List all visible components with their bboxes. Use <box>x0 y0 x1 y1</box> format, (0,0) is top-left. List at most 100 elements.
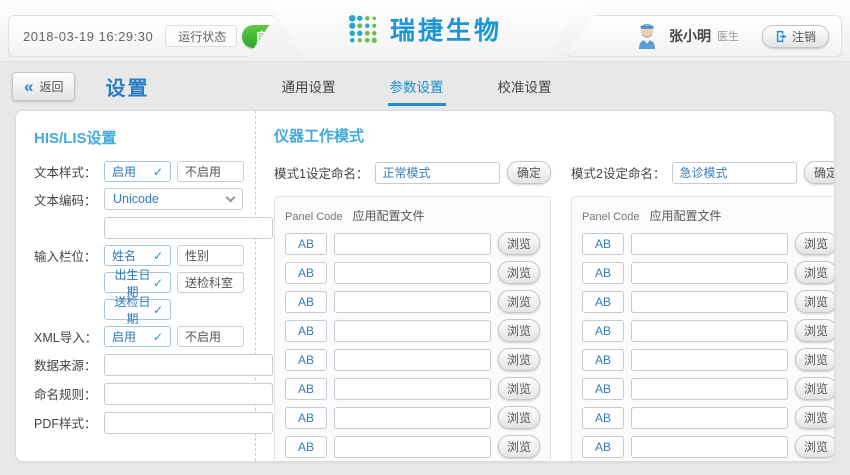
config-file-input[interactable] <box>631 349 788 371</box>
option-不启用[interactable]: 不启用 <box>177 326 244 347</box>
logout-button[interactable]: 注销 <box>762 25 829 48</box>
config-file-input[interactable] <box>631 233 788 255</box>
browse-button[interactable]: 浏览 <box>795 377 835 400</box>
instrument-mode-title: 仪器工作模式 <box>274 125 835 146</box>
back-label: 返回 <box>39 78 63 95</box>
app-header: 瑞捷生物 2018-03-19 16:29:30 运行状态 良好 张小明 医生 … <box>0 0 850 62</box>
browse-button[interactable]: 浏览 <box>498 290 540 313</box>
naming-rule-row: 命名规则： 浏览 <box>34 382 243 405</box>
panel-code-select[interactable]: AB <box>582 320 624 342</box>
browse-button[interactable]: 浏览 <box>498 377 540 400</box>
config-file-input[interactable] <box>334 262 491 284</box>
config-file-input[interactable] <box>631 291 788 313</box>
pdf-style-label: PDF样式： <box>34 413 104 432</box>
panel-code-select[interactable]: AB <box>582 436 624 458</box>
panel-code-select[interactable]: AB <box>285 320 327 342</box>
browse-button[interactable]: 浏览 <box>498 261 540 284</box>
config-file-input[interactable] <box>631 436 788 458</box>
panel-code-select[interactable]: AB <box>285 233 327 255</box>
config-file-input[interactable] <box>334 407 491 429</box>
option-送检科室[interactable]: 送检科室 <box>177 272 244 293</box>
mode-2-name-input[interactable] <box>672 162 797 184</box>
config-file-input[interactable] <box>334 349 491 371</box>
panel-row: AB 浏览 <box>582 377 835 400</box>
mode-2-label: 模式2设定命名： <box>571 163 665 182</box>
encoding-path-input[interactable] <box>104 217 273 239</box>
encoding-select[interactable]: Unicode <box>104 188 243 210</box>
config-file-header: 应用配置文件 <box>650 207 722 224</box>
browse-button[interactable]: 浏览 <box>795 435 835 458</box>
panel-code-select[interactable]: AB <box>285 407 327 429</box>
panel-code-select[interactable]: AB <box>582 349 624 371</box>
option-启用[interactable]: 启用✓ <box>104 161 171 182</box>
browse-button[interactable]: 浏览 <box>795 290 835 313</box>
panel-code-select[interactable]: AB <box>285 262 327 284</box>
panel-code-select[interactable]: AB <box>285 436 327 458</box>
config-file-input[interactable] <box>334 291 491 313</box>
browse-button[interactable]: 浏览 <box>795 319 835 342</box>
config-file-input[interactable] <box>631 262 788 284</box>
panel-code-select[interactable]: AB <box>582 291 624 313</box>
brand-logo-icon <box>348 14 378 44</box>
pdf-style-input[interactable] <box>104 412 273 434</box>
browse-button[interactable]: 浏览 <box>498 348 540 371</box>
browse-button[interactable]: 浏览 <box>795 232 835 255</box>
input-fields-row-1: 输入栏位： 姓名✓ 性别 <box>34 245 243 266</box>
settings-card: HIS/LIS设置 文本样式： 启用✓不启用 文本编码： Unicode 浏览 … <box>15 110 835 462</box>
panel-code-select[interactable]: AB <box>285 349 327 371</box>
tab-校准设置[interactable]: 校准设置 <box>496 72 554 106</box>
panel-code-select[interactable]: AB <box>582 407 624 429</box>
page-title: 设置 <box>105 72 149 101</box>
mode-1-name-input[interactable] <box>375 162 500 184</box>
panel-row: AB 浏览 <box>582 319 835 342</box>
data-source-input[interactable] <box>104 354 273 376</box>
config-file-input[interactable] <box>631 320 788 342</box>
input-fields-label: 输入栏位： <box>34 246 104 265</box>
back-chevrons-icon: « <box>24 78 33 95</box>
panel-row: AB 浏览 <box>285 319 540 342</box>
confirm-button[interactable]: 确定 <box>507 161 551 184</box>
browse-button[interactable]: 浏览 <box>795 406 835 429</box>
config-file-input[interactable] <box>631 407 788 429</box>
option-不启用[interactable]: 不启用 <box>177 161 244 182</box>
config-file-input[interactable] <box>334 436 491 458</box>
panel-header: Panel Code 应用配置文件 <box>582 207 835 224</box>
logout-label: 注销 <box>792 28 816 45</box>
option-启用[interactable]: 启用✓ <box>104 326 171 347</box>
browse-button[interactable]: 浏览 <box>498 406 540 429</box>
panel-code-select[interactable]: AB <box>582 233 624 255</box>
naming-rule-input[interactable] <box>104 383 273 405</box>
browse-button[interactable]: 浏览 <box>498 232 540 255</box>
config-file-input[interactable] <box>631 378 788 400</box>
mode-2-rows: AB 浏览 AB 浏览 AB 浏览 AB 浏览 AB 浏览 AB 浏览 AB 浏览 AB 浏览 <box>582 232 835 458</box>
confirm-button[interactable]: 确定 <box>804 161 835 184</box>
panel-code-select[interactable]: AB <box>285 378 327 400</box>
browse-button[interactable]: 浏览 <box>795 348 835 371</box>
browse-button[interactable]: 浏览 <box>795 261 835 284</box>
data-source-label: 数据来源： <box>34 355 104 374</box>
user-plaque: 张小明 医生 注销 <box>566 15 842 57</box>
panel-code-select[interactable]: AB <box>285 291 327 313</box>
option-性别[interactable]: 性别 <box>177 245 244 266</box>
config-file-input[interactable] <box>334 378 491 400</box>
encoding-label: 文本编码： <box>34 190 104 209</box>
back-button[interactable]: « 返回 <box>12 72 75 101</box>
panel-code-select[interactable]: AB <box>582 262 624 284</box>
config-file-input[interactable] <box>334 320 491 342</box>
mode-1-column: 模式1设定命名： 确定 Panel Code 应用配置文件 AB浏览AB浏览AB… <box>274 159 551 462</box>
tab-参数设置[interactable]: 参数设置 <box>388 72 446 106</box>
browse-button[interactable]: 浏览 <box>498 319 540 342</box>
tab-通用设置[interactable]: 通用设置 <box>280 72 338 106</box>
option-姓名[interactable]: 姓名✓ <box>104 245 171 266</box>
option-出生日期[interactable]: 出生日期✓ <box>104 272 171 293</box>
browse-button[interactable]: 浏览 <box>498 435 540 458</box>
config-file-input[interactable] <box>334 233 491 255</box>
encoding-row: 文本编码： Unicode <box>34 188 243 210</box>
field-options-1: 姓名✓ 性别 <box>104 245 244 266</box>
panel-header: Panel Code 应用配置文件 <box>285 207 540 224</box>
option-送检日期[interactable]: 送检日期✓ <box>104 299 171 320</box>
panel-code-header: Panel Code <box>582 211 640 223</box>
data-source-row: 数据来源： 浏览 <box>34 353 243 376</box>
panel-row: AB 浏览 <box>582 232 835 255</box>
panel-code-select[interactable]: AB <box>582 378 624 400</box>
